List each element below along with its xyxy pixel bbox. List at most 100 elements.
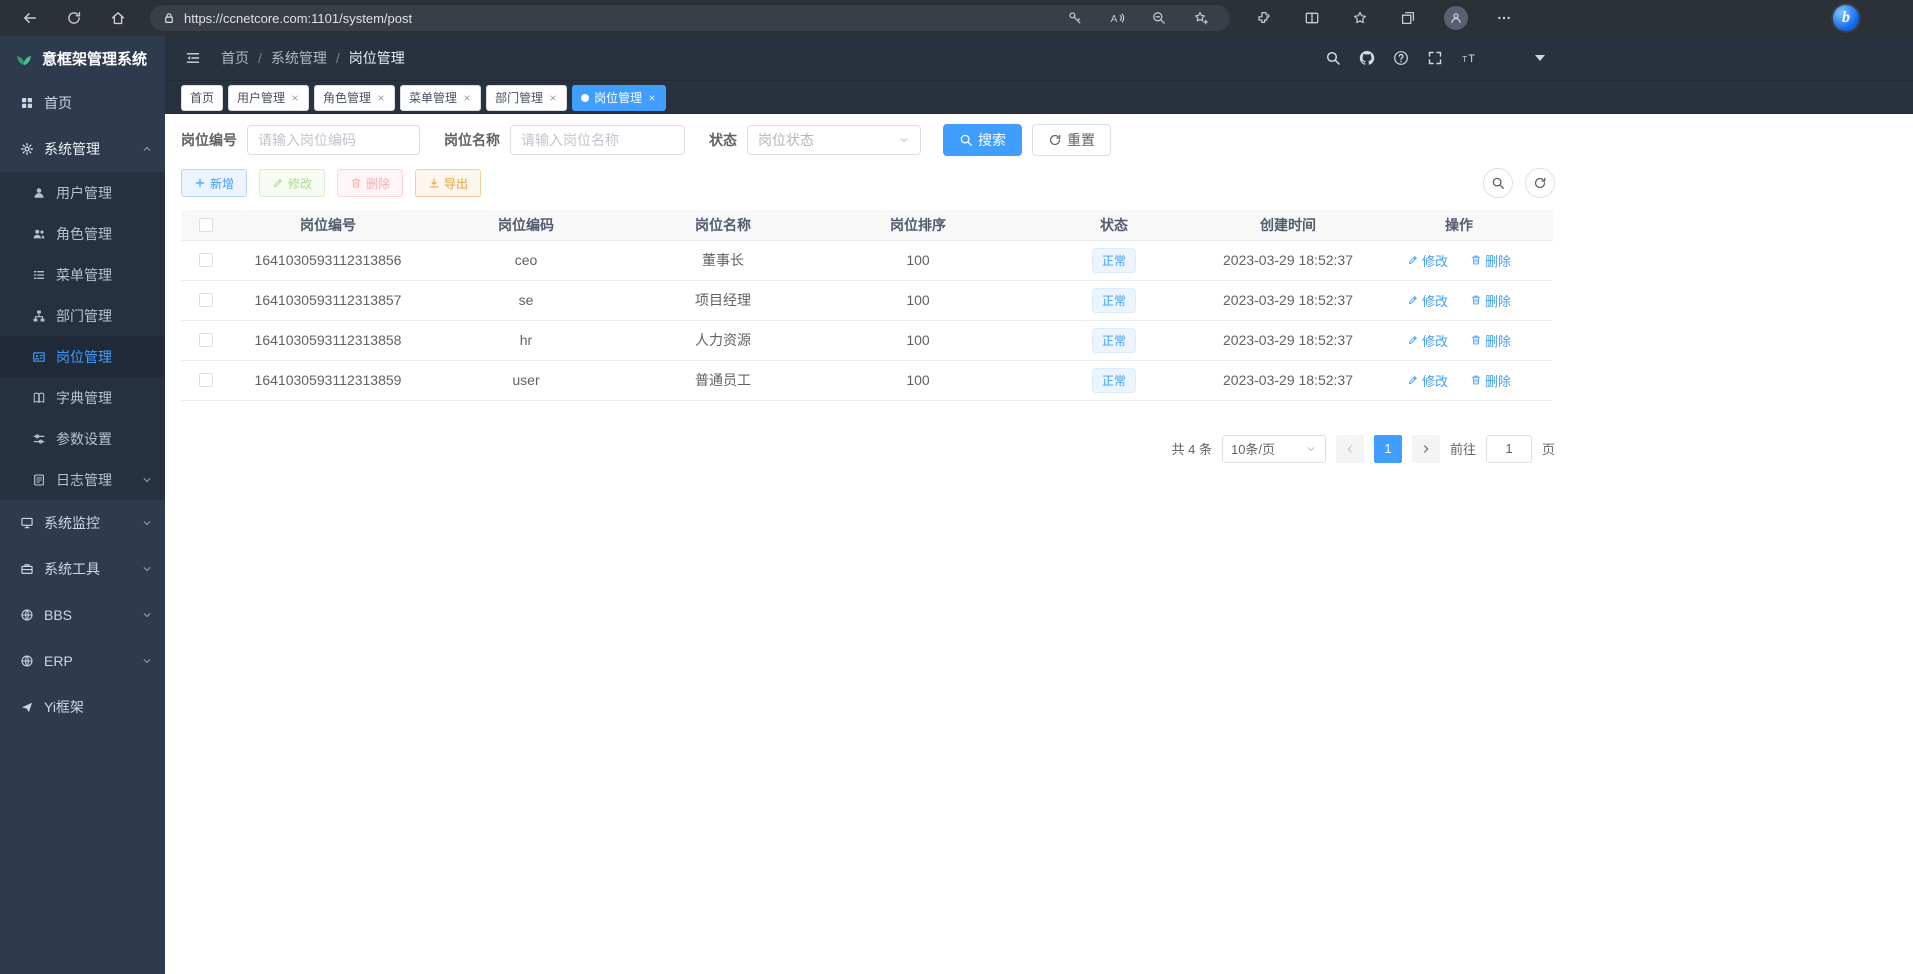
column-header-status: 状态	[1017, 210, 1211, 240]
collections-icon[interactable]	[1386, 4, 1430, 32]
refresh-table-button[interactable]	[1525, 168, 1555, 198]
sidebar-item-system-tools[interactable]: 系统工具	[0, 546, 165, 592]
row-edit-link[interactable]: 修改	[1407, 291, 1448, 310]
header-search-icon[interactable]	[1319, 44, 1347, 72]
add-button[interactable]: 新增	[181, 169, 247, 197]
row-edit-link[interactable]: 修改	[1407, 251, 1448, 270]
breadcrumb-current: 岗位管理	[349, 48, 405, 68]
sidebar-toggle-button[interactable]	[179, 44, 207, 72]
sidebar-item-system-management[interactable]: 系统管理	[0, 126, 165, 172]
row-delete-link[interactable]: 删除	[1470, 251, 1511, 270]
browser-profile-button[interactable]	[1434, 4, 1478, 32]
toggle-search-button[interactable]	[1483, 168, 1513, 198]
zoom-out-icon[interactable]	[1142, 6, 1176, 30]
user-avatar[interactable]	[1495, 43, 1525, 73]
search-button[interactable]: 搜索	[943, 124, 1022, 156]
sidebar-item-bbs[interactable]: BBS	[0, 592, 165, 638]
tab-close-icon[interactable]	[462, 93, 472, 103]
sidebar-item-param-settings[interactable]: 参数设置	[0, 418, 165, 459]
add-favorite-icon[interactable]	[1184, 6, 1218, 30]
tab-user-management[interactable]: 用户管理	[228, 85, 309, 111]
tab-home[interactable]: 首页	[181, 85, 223, 111]
posts-table: 岗位编号 岗位编码 岗位名称 岗位排序 状态 创建时间 操作 164103059…	[181, 210, 1553, 401]
tab-dept-management[interactable]: 部门管理	[486, 85, 567, 111]
next-page-button[interactable]	[1412, 435, 1440, 463]
goto-page-input[interactable]	[1486, 435, 1532, 463]
sidebar-item-erp[interactable]: ERP	[0, 638, 165, 684]
favorites-icon[interactable]	[1338, 4, 1382, 32]
browser-refresh-button[interactable]	[54, 4, 94, 32]
tab-close-icon[interactable]	[548, 93, 558, 103]
row-delete-link[interactable]: 删除	[1470, 291, 1511, 310]
active-tab-dot	[581, 94, 589, 102]
sliders-icon	[32, 432, 46, 446]
post-code-input[interactable]	[247, 125, 420, 155]
plus-icon	[194, 177, 206, 189]
delete-button[interactable]: 删除	[337, 169, 403, 197]
refresh-icon	[1048, 133, 1062, 147]
pagination-total: 共 4 条	[1172, 439, 1212, 458]
sidebar-item-menu-management[interactable]: 菜单管理	[0, 254, 165, 295]
row-checkbox[interactable]	[199, 293, 213, 307]
trash-icon	[350, 177, 362, 189]
row-checkbox[interactable]	[199, 253, 213, 267]
export-button[interactable]: 导出	[415, 169, 481, 197]
app-header: 首页 / 系统管理 / 岗位管理	[165, 36, 1913, 80]
table-row: 1641030593112313857 se 项目经理 100 正常 2023-…	[181, 280, 1553, 320]
status-select[interactable]: 岗位状态	[747, 125, 921, 155]
browser-back-button[interactable]	[10, 4, 50, 32]
password-manager-icon[interactable]	[1058, 6, 1092, 30]
help-icon[interactable]	[1387, 44, 1415, 72]
extensions-icon[interactable]	[1242, 4, 1286, 32]
sidebar-item-dept-management[interactable]: 部门管理	[0, 295, 165, 336]
sidebar-item-post-management[interactable]: 岗位管理	[0, 336, 165, 377]
chevron-up-icon	[141, 143, 153, 155]
sidebar-item-home[interactable]: 首页	[0, 80, 165, 126]
browser-menu-button[interactable]	[1482, 4, 1526, 32]
edit-button[interactable]: 修改	[259, 169, 325, 197]
font-size-icon[interactable]	[1455, 44, 1483, 72]
row-delete-link[interactable]: 删除	[1470, 331, 1511, 350]
page-size-select[interactable]: 10条/页	[1222, 435, 1326, 463]
user-icon	[32, 186, 46, 200]
reset-button[interactable]: 重置	[1032, 124, 1111, 156]
fullscreen-icon[interactable]	[1421, 44, 1449, 72]
copilot-logo[interactable]: b	[1833, 5, 1859, 31]
select-all-checkbox[interactable]	[199, 218, 213, 232]
breadcrumb-section[interactable]: 系统管理	[271, 48, 327, 68]
page-number-button[interactable]: 1	[1374, 435, 1402, 463]
sidebar-item-log-management[interactable]: 日志管理	[0, 459, 165, 500]
tab-menu-management[interactable]: 菜单管理	[400, 85, 481, 111]
sidebar-item-role-management[interactable]: 角色管理	[0, 213, 165, 254]
status-badge: 正常	[1092, 288, 1136, 313]
breadcrumb-home[interactable]: 首页	[221, 48, 249, 68]
trash-icon	[1470, 374, 1482, 386]
chevron-down-icon	[141, 474, 153, 486]
prev-page-button[interactable]	[1336, 435, 1364, 463]
post-icon	[32, 350, 46, 364]
sidebar-item-dict-management[interactable]: 字典管理	[0, 377, 165, 418]
avatar-caret-icon[interactable]	[1535, 55, 1545, 61]
row-edit-link[interactable]: 修改	[1407, 371, 1448, 390]
sidebar-item-system-monitor[interactable]: 系统监控	[0, 500, 165, 546]
sidebar-item-user-management[interactable]: 用户管理	[0, 172, 165, 213]
split-screen-icon[interactable]	[1290, 4, 1334, 32]
row-checkbox[interactable]	[199, 333, 213, 347]
github-icon[interactable]	[1353, 44, 1381, 72]
tab-close-icon[interactable]	[647, 93, 657, 103]
read-aloud-icon[interactable]	[1100, 6, 1134, 30]
address-bar[interactable]: https://ccnetcore.com:1101/system/post	[150, 5, 1230, 31]
row-checkbox[interactable]	[199, 373, 213, 387]
row-edit-link[interactable]: 修改	[1407, 331, 1448, 350]
tab-role-management[interactable]: 角色管理	[314, 85, 395, 111]
browser-home-button[interactable]	[98, 4, 138, 32]
post-name-input[interactable]	[510, 125, 685, 155]
tab-post-management[interactable]: 岗位管理	[572, 85, 666, 111]
sidebar-item-yi-framework[interactable]: Yi框架	[0, 684, 165, 730]
tab-close-icon[interactable]	[376, 93, 386, 103]
tab-close-icon[interactable]	[290, 93, 300, 103]
header-actions	[1319, 43, 1545, 73]
globe-icon	[20, 608, 34, 622]
system-management-submenu: 用户管理 角色管理 菜单管理 部门管理 岗位管理	[0, 172, 165, 500]
row-delete-link[interactable]: 删除	[1470, 371, 1511, 390]
